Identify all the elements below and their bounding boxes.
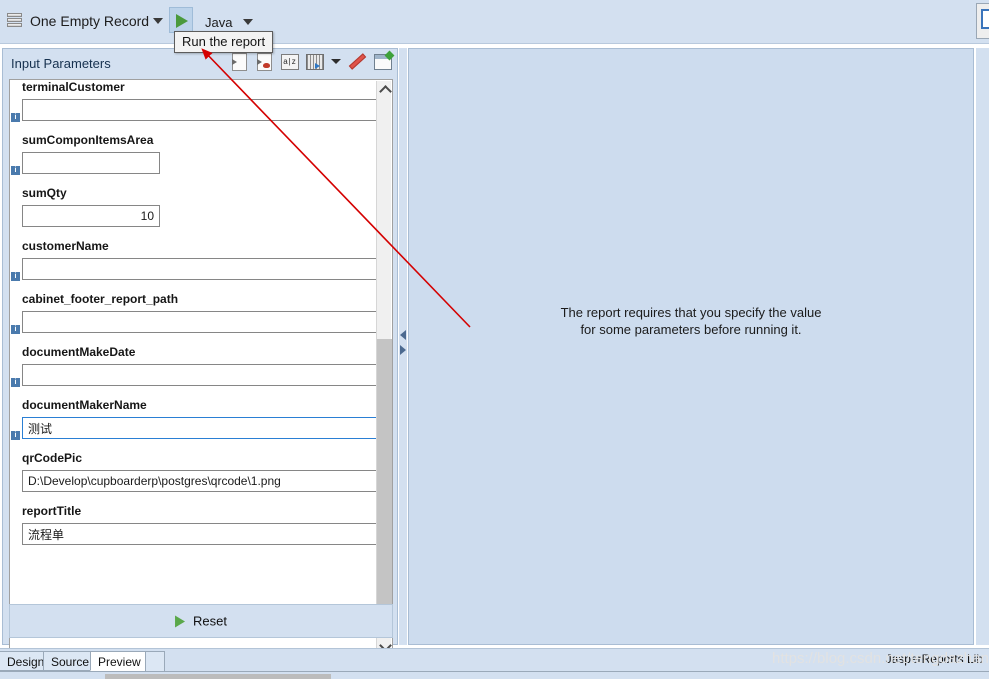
horizontal-scrollbar[interactable]	[105, 674, 331, 679]
parameter-row: reportTitle	[10, 496, 383, 549]
parameter-info-icon[interactable]: i	[11, 431, 20, 440]
parameter-row: sumQty	[10, 178, 377, 231]
language-chevron-down-icon[interactable]	[243, 19, 253, 25]
parameter-label: sumQty	[22, 186, 67, 200]
triangle-right-icon[interactable]	[400, 345, 406, 355]
parameter-label: customerName	[22, 239, 109, 253]
parameter-input-wrapper	[22, 205, 377, 231]
parameter-input-wrapper: i	[11, 364, 383, 390]
tab-source[interactable]: Source	[43, 651, 98, 671]
right-edge-filler	[976, 48, 989, 645]
export-parameters-icon[interactable]	[256, 53, 273, 71]
parameters-chevron-down-icon[interactable]	[331, 59, 341, 64]
main-toolbar: One Empty Record Java	[0, 0, 989, 44]
parameter-row: cabinet_footer_report_pathi	[10, 284, 383, 337]
play-green-icon	[175, 615, 186, 627]
keyboard-input-icon[interactable]	[306, 53, 324, 70]
report-preview-panel: The report requires that you specify the…	[408, 48, 974, 645]
parameter-input[interactable]	[22, 523, 383, 545]
parameter-input[interactable]	[22, 258, 383, 280]
parameters-toolbar: a|z	[231, 53, 392, 71]
parameter-row: terminalCustomer i	[10, 80, 383, 125]
parameter-input[interactable]	[22, 152, 160, 174]
run-report-button[interactable]	[169, 7, 193, 33]
parameter-input-wrapper: i	[11, 99, 383, 125]
preview-message-line-2: for some parameters before running it.	[580, 322, 802, 337]
right-panel-stub[interactable]	[976, 3, 989, 39]
datasource-select-label[interactable]: One Empty Record	[30, 13, 149, 29]
parameter-input-wrapper: i	[11, 311, 383, 337]
bottom-bar: Design Source Preview JasperReports Lib	[0, 648, 989, 679]
parameter-input-wrapper	[22, 523, 383, 549]
parameter-row: qrCodePic	[10, 443, 383, 496]
parameter-row: customerName i	[10, 231, 383, 284]
chevron-up-icon	[379, 85, 392, 98]
parameter-input[interactable]	[22, 311, 383, 333]
parameter-label: documentMakeDate	[22, 345, 136, 359]
preview-message: The report requires that you specify the…	[409, 304, 973, 338]
language-select-label[interactable]: Java	[205, 15, 232, 30]
parameter-label: cabinet_footer_report_path	[22, 292, 179, 306]
parameter-row: documentMakeDate i	[10, 337, 383, 390]
parameter-input-wrapper: i	[11, 152, 377, 178]
parameter-label: reportTitle	[22, 504, 82, 518]
reset-bar: Reset	[9, 604, 393, 638]
parameter-info-icon[interactable]: i	[11, 325, 20, 334]
parameter-info-icon[interactable]: i	[11, 272, 20, 281]
panel-stub-glyph	[981, 9, 989, 29]
tab-strip-filler	[145, 651, 165, 671]
parameter-input-wrapper	[22, 470, 383, 496]
preview-message-line-1: The report requires that you specify the…	[560, 305, 822, 320]
parameter-info-icon[interactable]: i	[11, 166, 20, 175]
new-window-icon[interactable]	[374, 53, 392, 70]
reset-button-label: Reset	[193, 613, 227, 629]
triangle-left-icon[interactable]	[400, 330, 406, 340]
tab-preview[interactable]: Preview	[90, 651, 149, 671]
parameter-label: documentMakerName	[22, 398, 147, 412]
parameters-list: terminalCustomer i sumComponItemsArea i sumQ…	[10, 80, 383, 549]
input-parameters-header: Input Parameters a|z	[3, 49, 397, 78]
parameter-input-wrapper: i	[11, 258, 383, 284]
parameter-label: sumComponItemsArea	[22, 133, 154, 147]
tab-underline	[0, 671, 989, 672]
parameters-vertical-scrollbar[interactable]	[376, 81, 392, 652]
input-parameters-panel: Input Parameters a|z terminalCustomer i …	[2, 48, 398, 653]
database-icon	[7, 13, 22, 31]
parameter-input-wrapper: i	[11, 417, 383, 443]
scroll-up-button[interactable]	[377, 81, 392, 98]
parameter-row: sumComponItemsArea i	[10, 125, 377, 178]
parameter-row: documentMakerName i	[10, 390, 383, 443]
parameters-scroll-area: terminalCustomer i sumComponItemsArea i sumQ…	[9, 79, 393, 653]
page-title: Input Parameters	[11, 56, 111, 71]
import-parameters-icon[interactable]	[231, 53, 248, 71]
play-green-icon	[176, 14, 188, 28]
status-bar-library-label: JasperReports Lib	[885, 652, 983, 666]
panel-splitter[interactable]	[399, 48, 407, 645]
parameter-input[interactable]	[22, 364, 383, 386]
scrollbar-thumb[interactable]	[377, 339, 392, 611]
run-report-tooltip: Run the report	[174, 31, 274, 53]
datasource-chevron-down-icon[interactable]	[153, 18, 163, 24]
parameter-info-icon[interactable]: i	[11, 113, 20, 122]
parameter-input[interactable]	[22, 417, 383, 439]
parameter-info-icon[interactable]: i	[11, 378, 20, 387]
parameter-input[interactable]	[22, 99, 383, 121]
parameter-input[interactable]	[22, 205, 160, 227]
parameter-label: qrCodePic	[22, 451, 83, 465]
reset-button[interactable]: Reset	[169, 612, 233, 631]
parameter-input[interactable]	[22, 470, 383, 492]
sort-alphabetically-icon[interactable]: a|z	[281, 53, 299, 70]
parameter-label: terminalCustomer	[22, 80, 125, 94]
edit-pencil-icon[interactable]	[349, 53, 366, 70]
